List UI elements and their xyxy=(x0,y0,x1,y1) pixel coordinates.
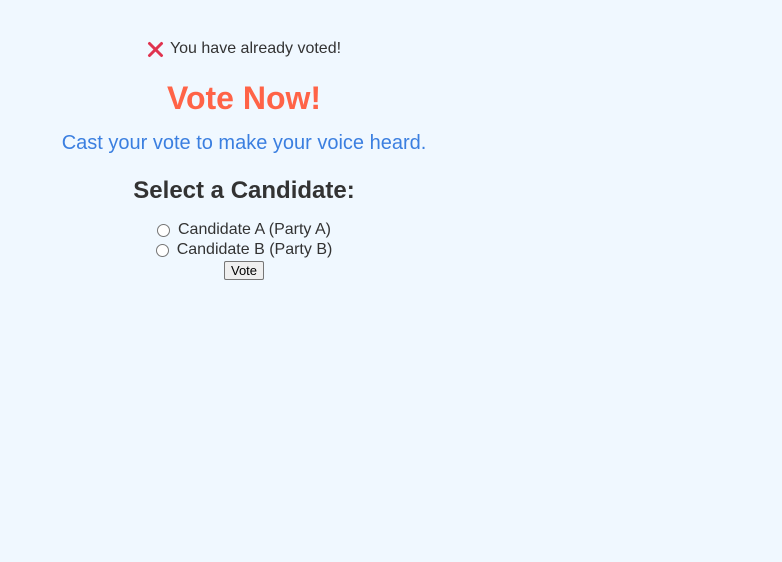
vote-form: Candidate A (Party A) Candidate B (Party… xyxy=(44,220,444,280)
cross-icon xyxy=(147,41,164,58)
candidate-option-a[interactable]: Candidate A (Party A) xyxy=(44,220,444,240)
candidate-option-b[interactable]: Candidate B (Party B) xyxy=(44,240,444,260)
voting-container: You have already voted! Vote Now! Cast y… xyxy=(44,0,444,280)
page-title: Vote Now! xyxy=(166,80,322,116)
already-voted-notice: You have already voted! xyxy=(44,39,444,59)
candidate-a-radio[interactable] xyxy=(157,223,170,237)
page-subtitle: Cast your vote to make your voice heard. xyxy=(61,132,427,154)
candidate-b-radio[interactable] xyxy=(155,243,169,257)
vote-button[interactable]: Vote xyxy=(223,261,265,280)
candidate-section-heading: Select a Candidate: xyxy=(133,177,355,204)
notice-message: You have already voted! xyxy=(169,40,342,57)
voting-page: You have already voted! Vote Now! Cast y… xyxy=(0,0,782,562)
candidate-a-label[interactable]: Candidate A (Party A) xyxy=(178,220,331,240)
candidate-b-label[interactable]: Candidate B (Party B) xyxy=(177,240,333,260)
